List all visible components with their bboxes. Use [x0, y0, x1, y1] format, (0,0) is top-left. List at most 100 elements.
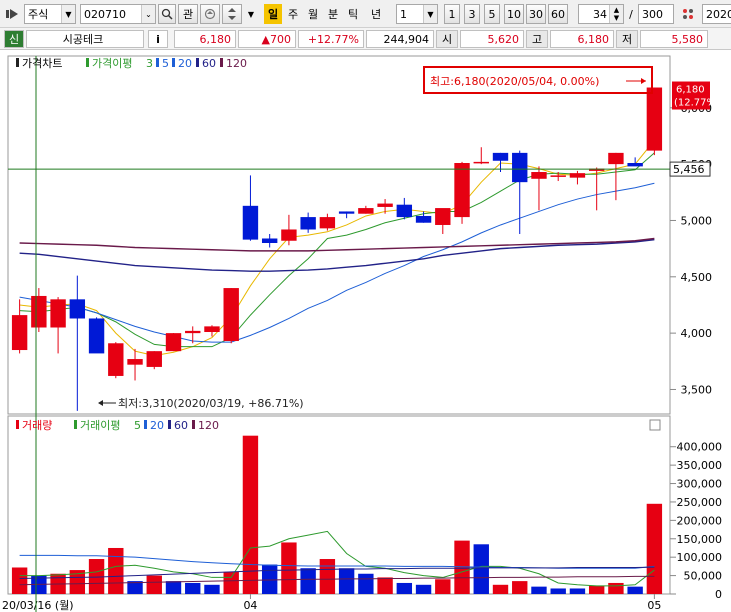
updown-button[interactable]: [222, 4, 242, 24]
chevron-down-icon[interactable]: ▼: [61, 5, 75, 23]
candle-body: [11, 315, 28, 351]
candle-body: [627, 163, 643, 167]
volume-bar: [204, 584, 220, 594]
candle-body: [261, 238, 278, 243]
volume-tick-label: 100,000: [677, 551, 723, 564]
volume-bar: [646, 503, 663, 594]
price-legend: 가격차트 가격이평 3 5 20 60 120: [16, 57, 247, 70]
vma-20-label: 20: [150, 419, 164, 432]
legend-marker: [86, 58, 89, 67]
info-button[interactable]: i: [148, 30, 168, 48]
volume-bar: [281, 542, 297, 594]
legend-marker: [144, 420, 147, 429]
period-year[interactable]: 년: [366, 4, 386, 24]
spinner-arrows-icon[interactable]: ▲ ▼: [609, 5, 623, 23]
volume-bar: [185, 582, 201, 594]
legend-marker: [168, 420, 171, 429]
volume-bar: [588, 585, 605, 594]
volume-tick-label: 200,000: [677, 514, 723, 527]
chevron-down-icon[interactable]: ▼: [423, 5, 437, 23]
low-label-text: 저: [621, 33, 633, 46]
quote-bar: 신 시공테크 i 6,180 ▲700 +12.77% 244,904 시 5,…: [0, 28, 731, 50]
chevron-down-icon[interactable]: ⌄: [141, 5, 155, 23]
period-year-label: 년: [370, 8, 382, 21]
period-tick[interactable]: 틱: [344, 4, 362, 24]
period-week[interactable]: 주: [284, 4, 302, 24]
volume-bar: [242, 435, 259, 594]
interval-select[interactable]: 1 ▼: [396, 4, 438, 24]
interval-5-label: 5: [488, 7, 496, 21]
sync-icon: [204, 8, 216, 20]
interval-3-button[interactable]: 3: [464, 4, 480, 24]
candle-body: [204, 326, 220, 333]
open-price: 5,620: [460, 30, 524, 48]
info-icon: i: [156, 32, 160, 46]
period-day[interactable]: 일: [264, 4, 282, 24]
volume-bar: [146, 575, 162, 594]
total-count-input[interactable]: 300: [638, 4, 674, 24]
ma-120-label: 120: [226, 57, 247, 70]
interval-10-button[interactable]: 10: [504, 4, 524, 24]
watchlist-button[interactable]: 관: [178, 4, 198, 24]
low-price: 5,580: [640, 30, 708, 48]
volume-bar: [223, 571, 239, 594]
candle-body: [146, 351, 162, 367]
market-type-select[interactable]: 주식 ▼: [24, 4, 76, 24]
candle-body: [454, 163, 470, 218]
watchlist-label: 관: [182, 8, 194, 21]
ma-5-label: 5: [162, 57, 169, 70]
legend-marker: [220, 58, 223, 67]
low-price-value: 5,580: [671, 32, 704, 46]
candle-body: [127, 359, 143, 365]
legend-marker: [196, 58, 199, 67]
vma-60-label: 60: [174, 419, 188, 432]
volume-bar: [415, 584, 432, 594]
settings-button[interactable]: [678, 4, 698, 24]
volume-bar: [319, 559, 336, 594]
candle-body: [569, 173, 586, 178]
candle-body: [492, 152, 509, 161]
interval-1-button[interactable]: 1: [444, 4, 460, 24]
period-minute[interactable]: 분: [324, 4, 342, 24]
volume-bar: [512, 581, 528, 594]
panel-close-button[interactable]: [649, 419, 661, 431]
stock-name: 시공테크: [26, 30, 144, 48]
volume-ma-title: 거래이평: [80, 419, 120, 432]
volume-bar: [608, 582, 624, 594]
refresh-button[interactable]: [200, 4, 220, 24]
stock-chart-svg[interactable]: 3,5004,0004,5005,0005,5006,000 050,00010…: [0, 50, 731, 612]
period-month[interactable]: 월: [304, 4, 322, 24]
interval-30-button[interactable]: 30: [526, 4, 546, 24]
current-price-value: 6,180: [199, 32, 232, 46]
interval-60-button[interactable]: 60: [548, 4, 568, 24]
legend-marker: [156, 58, 159, 67]
open-price-value: 5,620: [487, 32, 520, 46]
volume-bar: [396, 582, 413, 594]
price-panel-frame: [7, 55, 671, 415]
price-tick-label: 4,500: [681, 271, 713, 284]
count-separator: /: [626, 4, 636, 24]
volume-bar: [108, 547, 124, 594]
date-input[interactable]: 2020: [702, 4, 731, 24]
vma-5-label: 5: [134, 419, 141, 432]
nav-arrow-icon[interactable]: [4, 4, 22, 24]
chart-area[interactable]: 3,5004,0004,5005,0005,5006,000 050,00010…: [0, 50, 731, 612]
interval-60-label: 60: [551, 7, 565, 21]
interval-10-label: 10: [507, 7, 521, 21]
search-button[interactable]: [158, 4, 176, 24]
dropdown-arrow[interactable]: ▼: [244, 4, 258, 24]
price-axis: 3,5004,0004,5005,0005,5006,000: [670, 102, 713, 396]
x-tick-label: 04: [243, 599, 257, 612]
volume-bar: [261, 564, 278, 594]
volume-value: 244,904: [383, 32, 430, 46]
display-count-spinner[interactable]: 34 ▲ ▼: [578, 4, 624, 24]
high-price-value: 6,180: [577, 32, 610, 46]
current-price: 6,180: [174, 30, 236, 48]
candle-body: [242, 205, 259, 240]
slash-label: /: [629, 7, 633, 21]
period-month-label: 월: [307, 8, 319, 21]
stock-code-input[interactable]: 020710 ⌄: [80, 4, 156, 24]
stock-code-value: 020710: [84, 7, 126, 21]
interval-5-button[interactable]: 5: [484, 4, 500, 24]
volume-bar: [531, 586, 547, 594]
